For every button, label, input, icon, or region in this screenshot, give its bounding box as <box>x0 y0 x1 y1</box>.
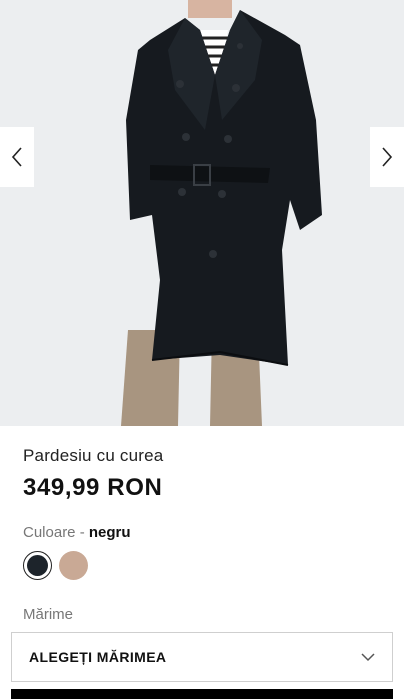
selected-color-name: negru <box>88 524 131 541</box>
color-swatches <box>23 551 88 580</box>
product-price: 349,99 RON <box>23 474 163 501</box>
chevron-left-icon <box>11 147 22 167</box>
previous-image-button[interactable] <box>0 127 34 187</box>
color-swatch-dot <box>27 555 48 576</box>
chevron-down-icon <box>361 652 375 661</box>
color-selection-label: Culoare - negru <box>23 524 131 541</box>
next-image-button[interactable] <box>370 127 404 187</box>
add-to-cart-button[interactable] <box>11 689 393 699</box>
size-select-text: ALEGEȚI MĂRIMEA <box>29 649 167 665</box>
color-swatch-negru[interactable] <box>23 551 52 580</box>
chevron-right-icon <box>382 147 393 167</box>
product-photo <box>0 0 404 426</box>
product-image-gallery[interactable] <box>0 0 404 426</box>
size-label: Mărime <box>23 606 74 623</box>
color-swatch-bej[interactable] <box>59 551 88 580</box>
color-swatch-dot <box>59 551 88 580</box>
color-label: Culoare <box>23 524 76 541</box>
product-title: Pardesiu cu curea <box>23 446 164 465</box>
color-separator: - <box>75 524 89 541</box>
size-select-dropdown[interactable]: ALEGEȚI MĂRIMEA <box>11 632 393 682</box>
